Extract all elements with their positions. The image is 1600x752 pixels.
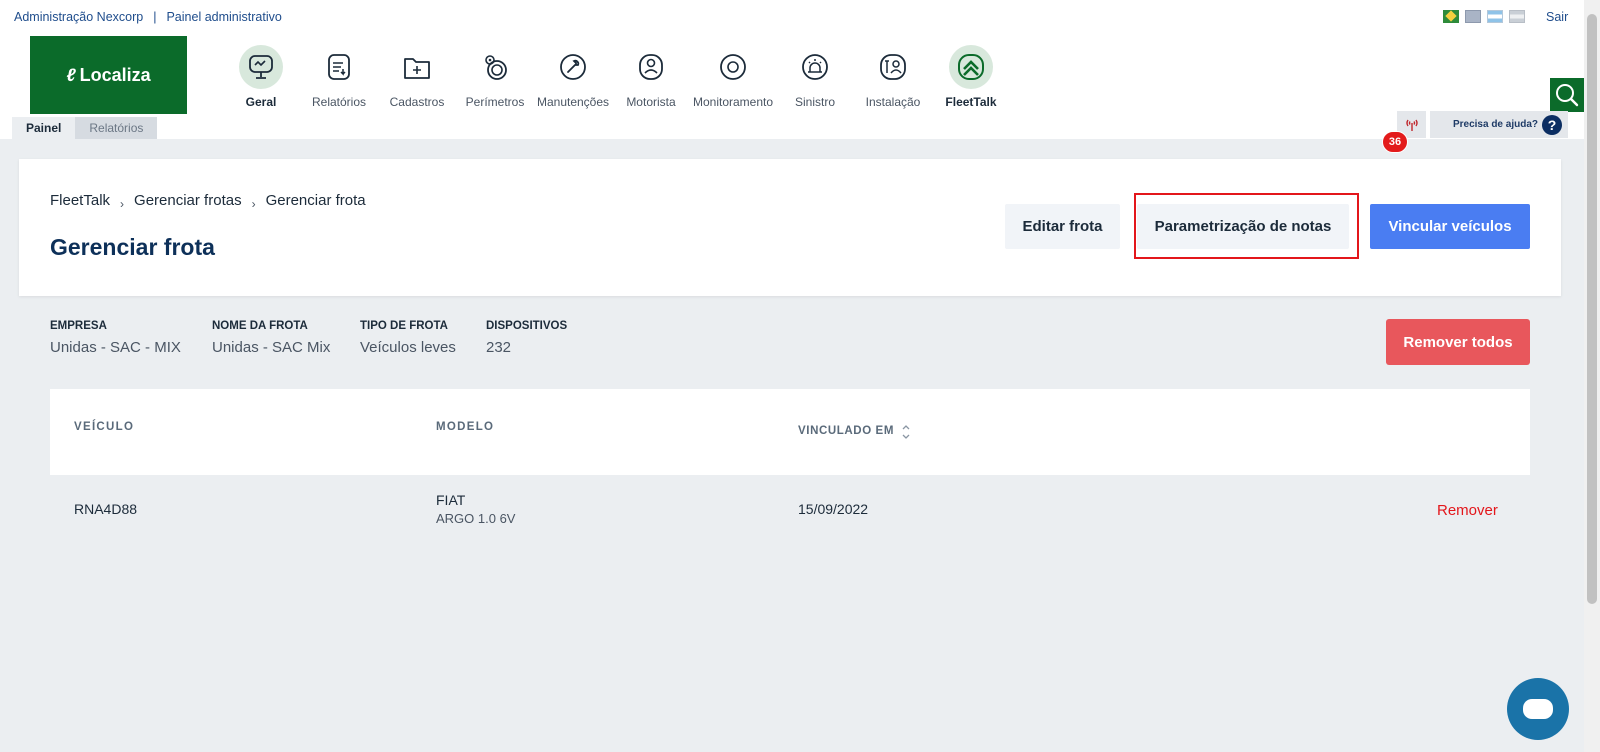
chat-bubble-icon [1523,699,1553,719]
breadcrumb-manage-fleets[interactable]: Gerenciar frotas [134,192,242,209]
info-value: Veículos leves [360,339,456,356]
chat-button[interactable] [1507,678,1569,740]
info-devices: DISPOSITIVOS 232 [486,320,567,356]
nav-item-fleettalk[interactable]: FleetTalk [932,45,1010,109]
breadcrumb-separator: › [120,196,125,211]
installer-icon [871,45,915,89]
cell-model: FIAT ARGO 1.0 6V [436,492,515,526]
perimeter-icon [473,45,517,89]
sort-icon[interactable] [901,423,911,441]
nav-item-perimetros[interactable]: Perímetros [456,45,534,109]
nav-item-motorista[interactable]: Motorista [612,45,690,109]
breadcrumb: FleetTalk › Gerenciar frotas › Gerenciar… [50,192,366,211]
info-fleet-type: TIPO DE FROTA Veículos leves [360,320,456,356]
flag-argentina-icon[interactable] [1487,10,1503,23]
tab-painel[interactable]: Painel [12,117,76,139]
search-button[interactable] [1550,78,1584,112]
flag-brazil-icon[interactable] [1443,10,1459,23]
nav-item-manutencoes[interactable]: Manutenções [534,45,612,109]
info-company: EMPRESA Unidas - SAC - MIX [50,320,181,356]
nav-item-relatorios[interactable]: Relatórios [300,45,378,109]
help-question-icon: ? [1542,114,1562,135]
logout-link[interactable]: Sair [1546,10,1568,24]
nav-label: Instalação [865,95,921,109]
page-title: Gerenciar frota [50,234,215,260]
column-header-linked-at[interactable]: VINCULADO EM [798,425,894,437]
column-header-vehicle: VEÍCULO [74,421,135,433]
breadcrumb-separator: › [251,196,256,211]
breadcrumb-fleettalk[interactable]: FleetTalk [50,192,110,209]
cell-model-brand: FIAT [436,492,466,508]
title-card: FleetTalk › Gerenciar frotas › Gerenciar… [19,159,1561,296]
nav-label: Motorista [626,95,676,109]
admin-links: Administração Nexcorp | Painel administr… [14,10,282,24]
scrollbar-thumb[interactable] [1587,14,1597,604]
nav-label: FleetTalk [945,95,997,109]
fleettalk-icon [949,45,993,89]
top-header: Administração Nexcorp | Painel administr… [0,0,1584,139]
main-nav: Geral Relatórios Cadastros Perímetros Ma… [222,45,1010,109]
info-label: DISPOSITIVOS [486,320,568,332]
cell-linked-at: 15/09/2022 [798,501,869,517]
panel-link[interactable]: Painel administrativo [166,10,281,24]
info-fleet-name: NOME DA FROTA Unidas - SAC Mix [212,320,330,356]
remove-all-button[interactable]: Remover todos [1386,319,1530,365]
company-logo[interactable]: ℓ Localiza [30,36,187,114]
info-value: Unidas - SAC - MIX [50,339,181,356]
logo-mark-icon: ℓ [66,64,76,85]
flag-spanish-icon[interactable] [1509,10,1525,23]
nav-item-geral[interactable]: Geral [222,45,300,109]
siren-icon [793,45,837,89]
edit-fleet-button[interactable]: Editar frota [1005,204,1120,249]
help-label: Precisa de ajuda? [1452,119,1538,130]
alert-count-badge[interactable]: 36 [1382,131,1408,153]
nav-label: Cadastros [389,95,445,109]
nav-label: Relatórios [311,95,367,109]
folder-add-icon [395,45,439,89]
driver-icon [629,45,673,89]
nav-item-sinistro[interactable]: Sinistro [776,45,854,109]
notes-settings-button[interactable]: Parametrização de notas [1137,204,1349,249]
nav-item-instalacao[interactable]: Instalação [854,45,932,109]
remove-vehicle-link[interactable]: Remover [1437,502,1498,519]
tab-relatorios[interactable]: Relatórios [75,117,158,139]
monitor-chart-icon [239,45,283,89]
nav-label: Manutenções [536,95,610,109]
nav-label: Perímetros [465,95,525,109]
nav-label: Sinistro [794,95,835,109]
info-label: EMPRESA [50,320,107,332]
nav-label: Geral [245,95,277,109]
wrench-icon [551,45,595,89]
report-icon [317,45,361,89]
monitor-circle-icon [711,45,755,89]
cell-model-name: ARGO 1.0 6V [436,511,516,526]
info-label: NOME DA FROTA [212,320,308,332]
table-row: RNA4D88 FIAT ARGO 1.0 6V 15/09/2022 Remo… [50,475,1530,545]
admin-links-separator: | [153,10,157,24]
info-value: 232 [486,339,512,356]
nav-label: Monitoramento [692,95,774,109]
info-value: Unidas - SAC Mix [212,339,331,356]
cell-vehicle: RNA4D88 [74,501,138,517]
nav-item-monitoramento[interactable]: Monitoramento [690,45,776,109]
logo-text: Localiza [79,64,151,85]
antenna-icon [1405,119,1418,131]
search-icon [1556,84,1579,107]
table-header: VEÍCULO MODELO VINCULADO EM [50,389,1530,475]
flag-uk-icon[interactable] [1465,10,1481,23]
sub-tabs: Painel Relatórios [12,117,158,139]
breadcrumb-manage-fleet: Gerenciar frota [265,192,366,209]
info-label: TIPO DE FROTA [360,320,448,332]
page-scrollbar[interactable] [1584,0,1600,752]
column-header-model: MODELO [436,421,495,433]
link-vehicles-button[interactable]: Vincular veículos [1370,204,1530,249]
nav-item-cadastros[interactable]: Cadastros [378,45,456,109]
language-flags [1443,10,1525,23]
help-button[interactable]: Precisa de ajuda? ? [1430,111,1568,138]
admin-link[interactable]: Administração Nexcorp [14,10,143,24]
